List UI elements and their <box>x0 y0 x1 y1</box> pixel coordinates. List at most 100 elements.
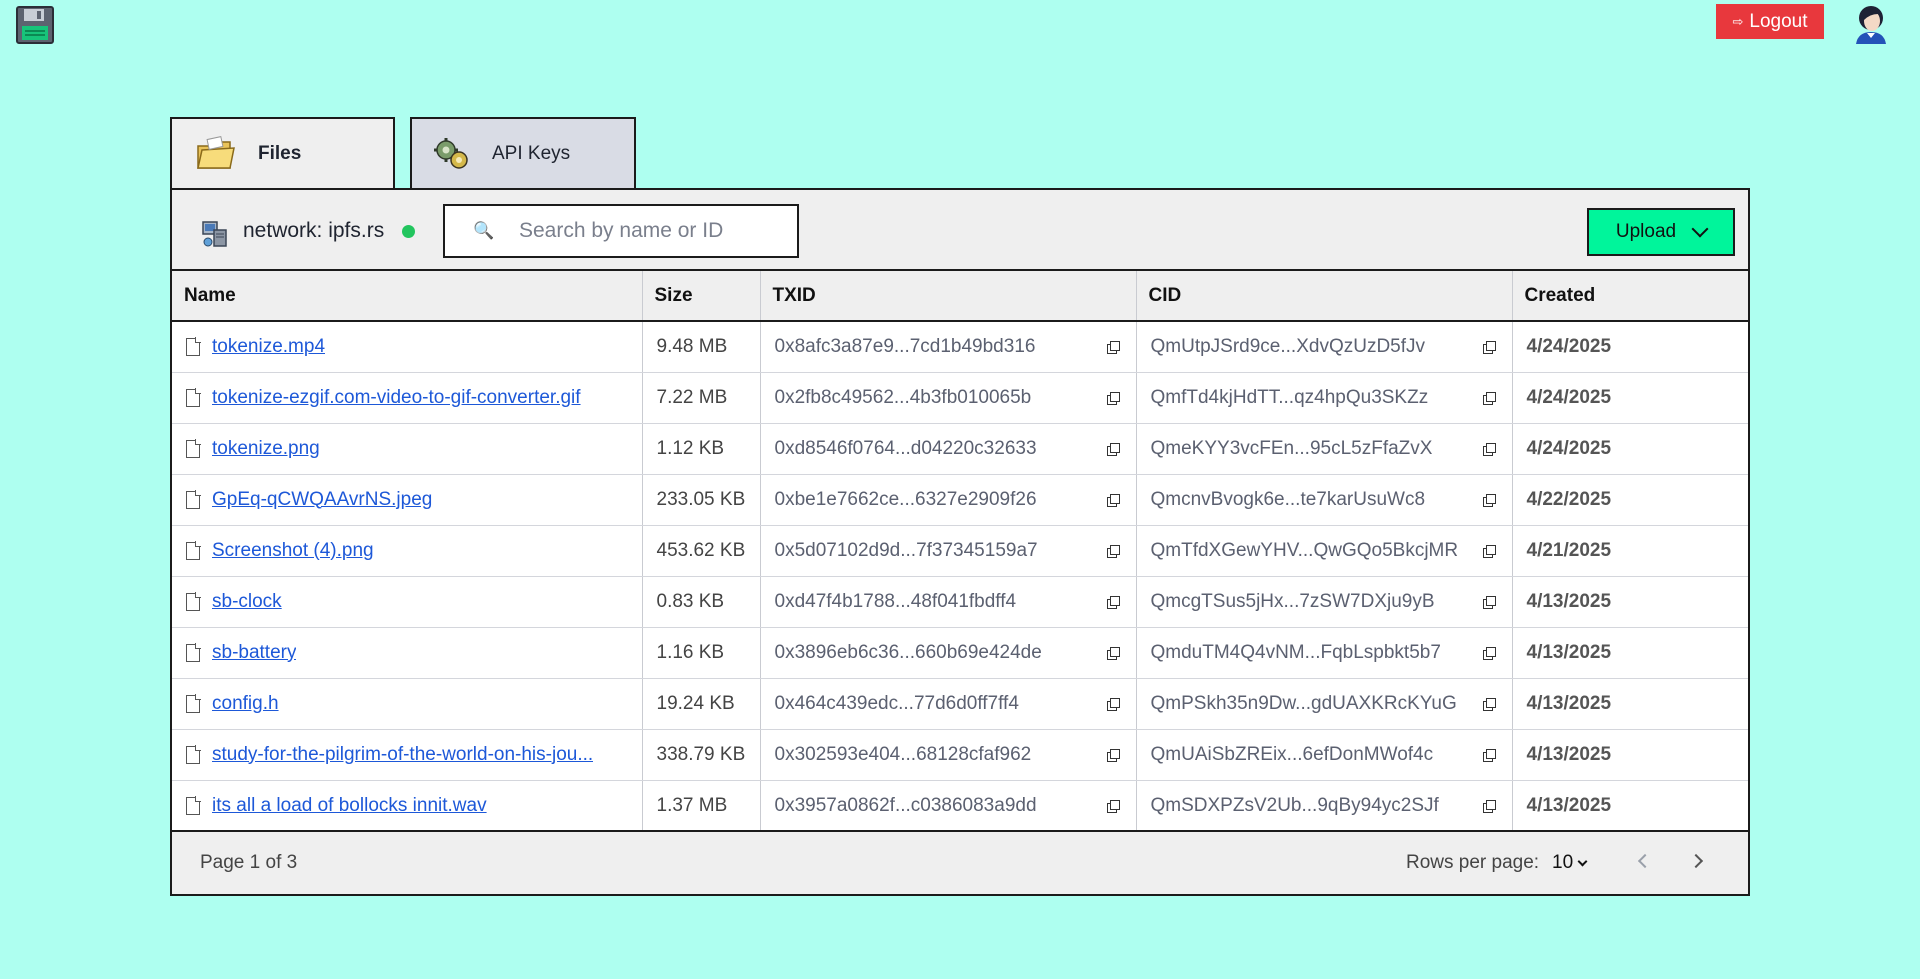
file-name-link[interactable]: Screenshot (4).png <box>212 540 374 562</box>
floppy-disk-icon[interactable] <box>16 6 54 44</box>
file-name-link[interactable]: config.h <box>212 693 279 715</box>
copy-icon[interactable] <box>1482 545 1496 558</box>
copy-icon[interactable] <box>1106 698 1120 711</box>
table-header-row: Name Size TXID CID Created <box>172 271 1748 322</box>
txid-cell: 0x302593e404...68128cfaf962 <box>760 729 1137 781</box>
created-cell: 4/13/2025 <box>1512 576 1748 628</box>
column-header-name[interactable]: Name <box>172 271 643 322</box>
file-name-link[interactable]: sb-battery <box>212 642 296 664</box>
files-table: Name Size TXID CID Created tokenize.mp4 … <box>172 271 1748 832</box>
folder-icon <box>197 136 235 169</box>
cid-cell: QmSDXPZsV2Ub...9qBy94yc2SJf <box>1136 780 1513 832</box>
txid-value: 0x3957a0862f...c0386083a9dd <box>774 794 1037 816</box>
cid-value: QmUAiSbZREix...6efDonMWof4c <box>1150 743 1434 765</box>
size-cell: 7.22 MB <box>642 372 761 424</box>
txid-value: 0xbe1e7662ce...6327e2909f26 <box>774 488 1037 510</box>
toolbar: network: ipfs.rs 🔍 Upload <box>172 190 1748 271</box>
file-icon <box>186 693 201 713</box>
txid-cell: 0x3957a0862f...c0386083a9dd <box>760 780 1137 832</box>
created-cell: 4/21/2025 <box>1512 525 1748 577</box>
table-row[interactable]: tokenize.mp4 9.48 MB 0x8afc3a87e9...7cd1… <box>172 321 1748 373</box>
cid-cell: QmcnvBvogk6e...te7karUsuWc8 <box>1136 474 1513 526</box>
size-cell: 338.79 KB <box>642 729 761 781</box>
cid-cell: QmduTM4Q4vNM...FqbLspbkt5b7 <box>1136 627 1513 679</box>
pagination-footer: Page 1 of 3 Rows per page: 10 <box>172 830 1748 894</box>
name-cell: sb-battery <box>172 627 643 679</box>
search-box[interactable]: 🔍 <box>443 204 799 258</box>
copy-icon[interactable] <box>1482 749 1496 762</box>
copy-icon[interactable] <box>1106 749 1120 762</box>
file-name-link[interactable]: tokenize.mp4 <box>212 336 325 358</box>
table-row[interactable]: GpEq-qCWQAAvrNS.jpeg 233.05 KB 0xbe1e766… <box>172 474 1748 526</box>
copy-icon[interactable] <box>1482 341 1496 355</box>
file-icon <box>186 540 201 560</box>
file-icon <box>186 387 201 407</box>
tab-api-keys[interactable]: API Keys <box>410 117 636 189</box>
name-cell: sb-clock <box>172 576 643 628</box>
copy-icon[interactable] <box>1482 647 1496 660</box>
column-header-cid[interactable]: CID <box>1136 271 1513 322</box>
files-panel: network: ipfs.rs 🔍 Upload Name Size TXID… <box>170 188 1750 896</box>
cid-cell: QmcgTSus5jHx...7zSW7DXju9yB <box>1136 576 1513 628</box>
copy-icon[interactable] <box>1106 800 1120 813</box>
created-cell: 4/22/2025 <box>1512 474 1748 526</box>
column-header-created[interactable]: Created <box>1512 271 1748 322</box>
copy-icon[interactable] <box>1482 596 1496 609</box>
name-cell: config.h <box>172 678 643 730</box>
copy-icon[interactable] <box>1482 698 1496 711</box>
txid-cell: 0xbe1e7662ce...6327e2909f26 <box>760 474 1137 526</box>
cid-value: QmPSkh35n9Dw...gdUAXKRcKYuG <box>1150 692 1457 714</box>
copy-icon[interactable] <box>1106 443 1120 456</box>
copy-icon[interactable] <box>1482 494 1496 507</box>
table-row[interactable]: study-for-the-pilgrim-of-the-world-on-hi… <box>172 729 1748 781</box>
table-row[interactable]: sb-clock 0.83 KB 0xd47f4b1788...48f041fb… <box>172 576 1748 628</box>
copy-icon[interactable] <box>1106 392 1120 405</box>
table-row[interactable]: tokenize-ezgif.com-video-to-gif-converte… <box>172 372 1748 424</box>
txid-cell: 0x5d07102d9d...7f37345159a7 <box>760 525 1137 577</box>
file-name-link[interactable]: GpEq-qCWQAAvrNS.jpeg <box>212 489 432 511</box>
user-avatar-icon[interactable] <box>1852 2 1890 44</box>
table-body: tokenize.mp4 9.48 MB 0x8afc3a87e9...7cd1… <box>172 321 1748 832</box>
cid-value: QmfTd4kjHdTT...qz4hpQu3SKZz <box>1150 386 1429 408</box>
next-page-button[interactable] <box>1691 854 1703 866</box>
previous-page-button[interactable] <box>1636 854 1648 866</box>
table-row[interactable]: tokenize.png 1.12 KB 0xd8546f0764...d042… <box>172 423 1748 475</box>
size-cell: 233.05 KB <box>642 474 761 526</box>
table-row[interactable]: its all a load of bollocks innit.wav 1.3… <box>172 780 1748 832</box>
file-icon <box>186 795 201 815</box>
cid-cell: QmPSkh35n9Dw...gdUAXKRcKYuG <box>1136 678 1513 730</box>
file-name-link[interactable]: study-for-the-pilgrim-of-the-world-on-hi… <box>212 744 593 766</box>
file-name-link[interactable]: its all a load of bollocks innit.wav <box>212 795 487 817</box>
table-row[interactable]: sb-battery 1.16 KB 0x3896eb6c36...660b69… <box>172 627 1748 679</box>
copy-icon[interactable] <box>1482 392 1496 405</box>
name-cell: its all a load of bollocks innit.wav <box>172 780 643 832</box>
size-cell: 1.12 KB <box>642 423 761 475</box>
copy-icon[interactable] <box>1106 647 1120 660</box>
column-header-txid[interactable]: TXID <box>760 271 1137 322</box>
file-name-link[interactable]: tokenize-ezgif.com-video-to-gif-converte… <box>212 387 581 409</box>
name-cell: study-for-the-pilgrim-of-the-world-on-hi… <box>172 729 643 781</box>
cid-cell: QmeKYY3vcFEn...95cL5zFfaZvX <box>1136 423 1513 475</box>
copy-icon[interactable] <box>1106 341 1120 355</box>
logout-button[interactable]: ⇨ Logout <box>1716 4 1824 39</box>
rows-per-page-select[interactable]: 10 <box>1552 852 1588 874</box>
file-name-link[interactable]: tokenize.png <box>212 438 320 460</box>
copy-icon[interactable] <box>1482 800 1496 813</box>
copy-icon[interactable] <box>1106 545 1120 558</box>
created-cell: 4/13/2025 <box>1512 780 1748 832</box>
column-header-size[interactable]: Size <box>642 271 761 322</box>
created-cell: 4/24/2025 <box>1512 321 1748 373</box>
search-input[interactable] <box>519 219 789 243</box>
file-name-link[interactable]: sb-clock <box>212 591 282 613</box>
gears-icon <box>434 138 468 169</box>
table-row[interactable]: Screenshot (4).png 453.62 KB 0x5d07102d9… <box>172 525 1748 577</box>
tab-files[interactable]: Files <box>170 117 395 189</box>
copy-icon[interactable] <box>1482 443 1496 456</box>
name-cell: Screenshot (4).png <box>172 525 643 577</box>
copy-icon[interactable] <box>1106 596 1120 609</box>
file-icon <box>186 744 201 764</box>
table-row[interactable]: config.h 19.24 KB 0x464c439edc...77d6d0f… <box>172 678 1748 730</box>
copy-icon[interactable] <box>1106 494 1120 507</box>
upload-button[interactable]: Upload <box>1587 208 1735 256</box>
name-cell: tokenize.mp4 <box>172 321 643 373</box>
